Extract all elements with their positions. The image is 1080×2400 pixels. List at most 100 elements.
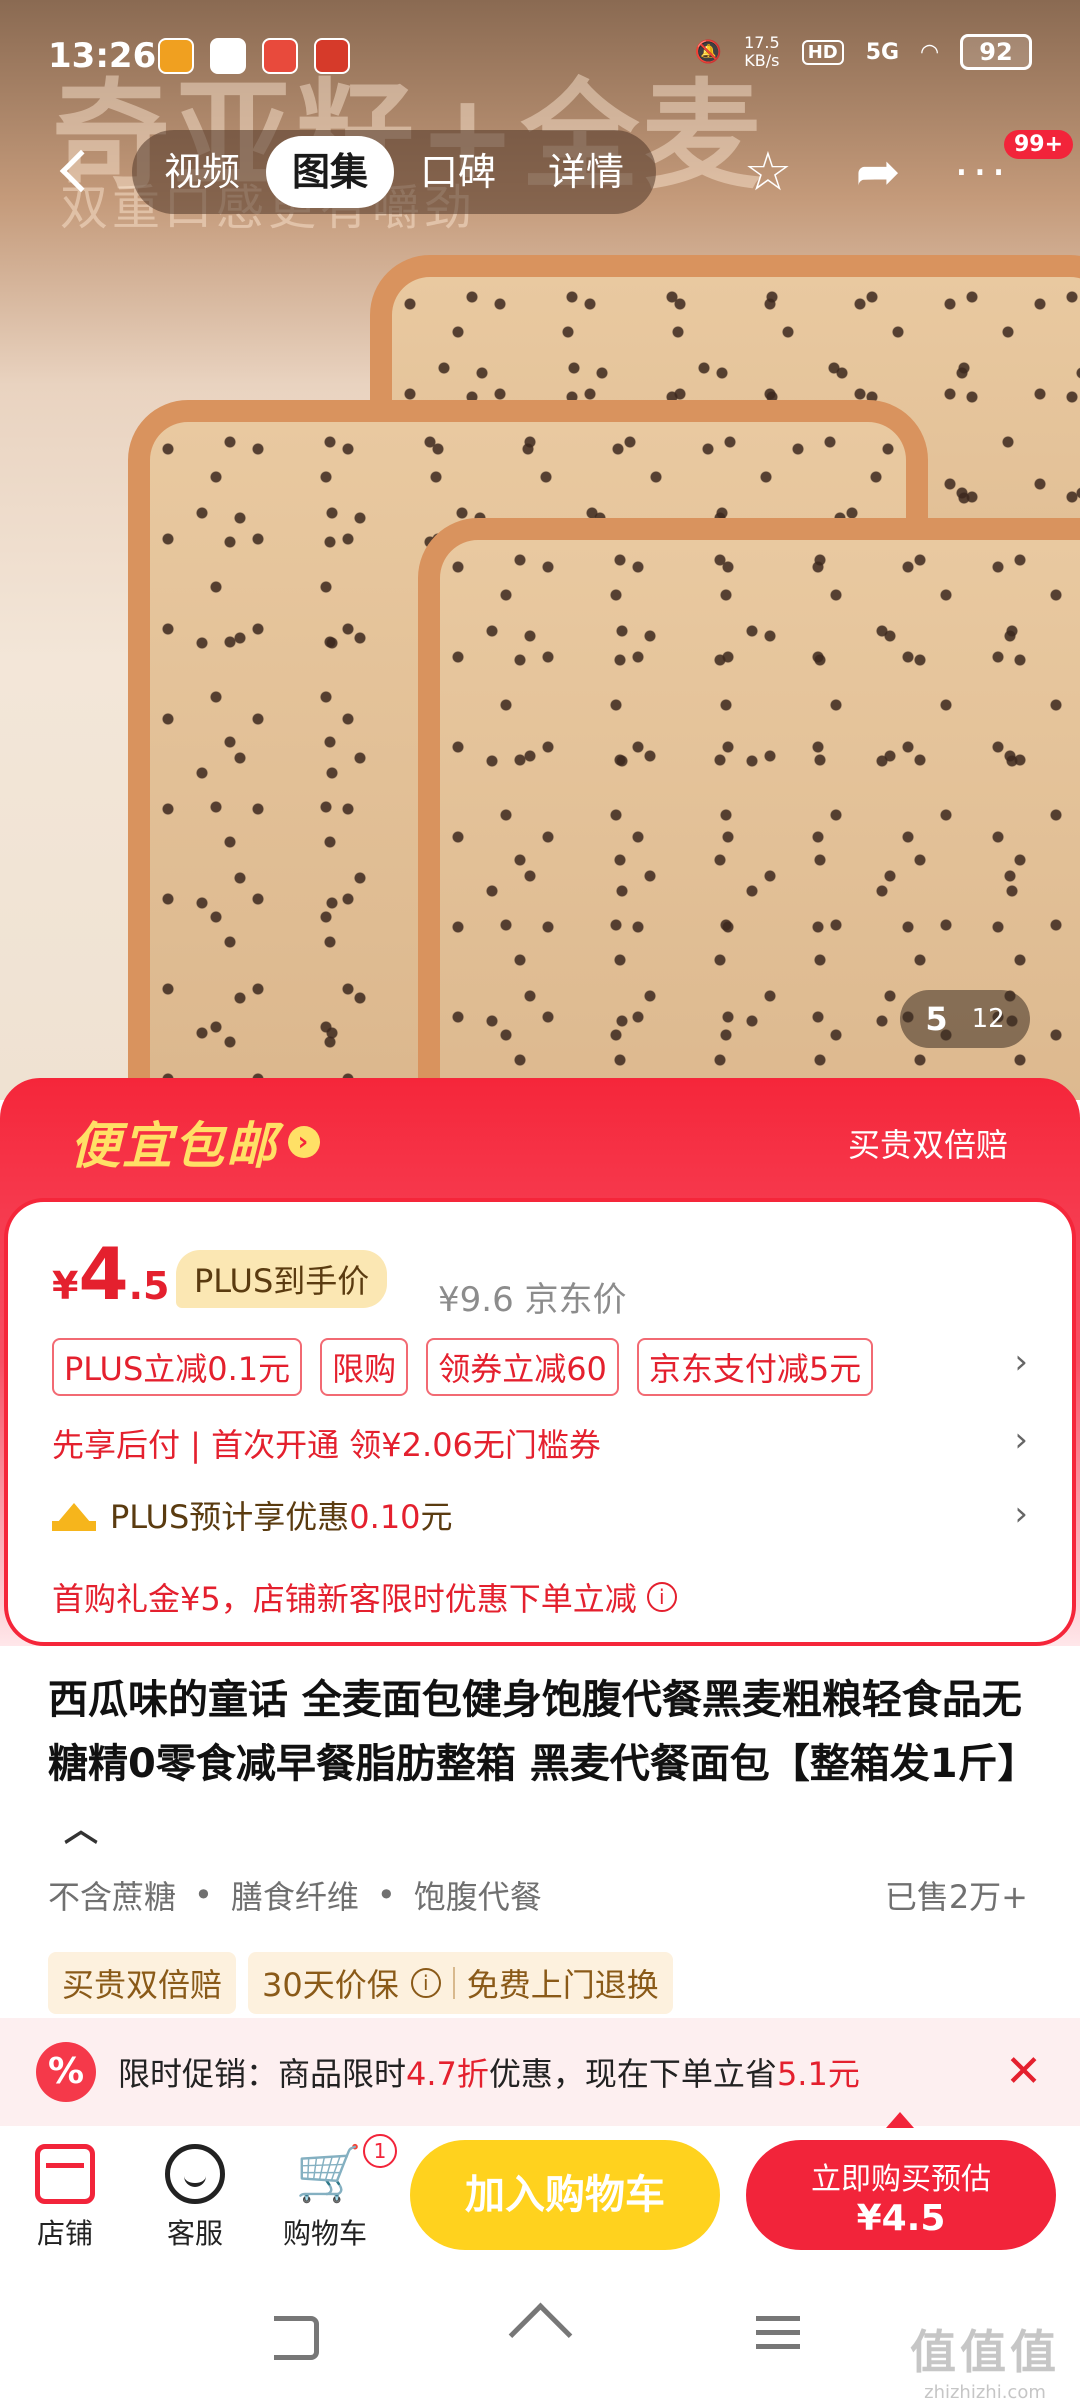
chevron-up-icon[interactable]: ︿ [64, 1810, 98, 1850]
promo-prefix: 限时促销：商品限时 [118, 2055, 407, 2093]
coupon-tag: 限购 [320, 1338, 409, 1396]
info-icon[interactable]: i [410, 1968, 441, 1998]
notification-icons [158, 38, 350, 74]
buy-now-label: 立即购买预估 [811, 2162, 991, 2197]
feature-tag: 膳食纤维 [230, 1878, 359, 1916]
watermark-title: 值值值 [910, 2325, 1060, 2379]
cart-count-badge: 1 [363, 2134, 397, 2168]
jd-original-price: ¥9.6 京东价 [438, 1280, 627, 1320]
sold-count: 已售2万+ [884, 1878, 1028, 1916]
current-price: ¥ 4 .5 [52, 1238, 169, 1310]
plus-savings-prefix: PLUS预计享优惠 [110, 1498, 350, 1536]
price-integer: 4 [78, 1232, 129, 1316]
price-panel: 便宜包邮 › 买贵双倍赔 ¥ 4 .5 PLUS到手价 ¥9.6 京东价 PLU… [0, 1078, 1080, 1646]
plus-savings-suffix: 元 [420, 1498, 453, 1536]
image-notification-icon [210, 38, 246, 74]
divider [452, 1967, 455, 1999]
net-speed: 17.5 KB/s [744, 34, 780, 70]
chevron-right-icon: › [288, 1126, 320, 1158]
system-home-icon[interactable] [510, 2310, 570, 2360]
store-icon [35, 2144, 95, 2204]
content-tabs: 视频 图集 口碑 详情 [132, 130, 657, 214]
plus-savings-amount: 0.10 [349, 1498, 421, 1536]
app-notification-icon [262, 38, 298, 74]
coupon-tag: 京东支付减5元 [636, 1338, 874, 1396]
coupon-tag: 领券立减60 [426, 1338, 619, 1396]
image-counter: 5 12 [900, 990, 1030, 1048]
add-to-cart-button[interactable]: 加入购物车 [410, 2140, 720, 2250]
tab-video[interactable]: 视频 [138, 136, 266, 208]
mute-icon: 🔕 [694, 39, 723, 65]
price-decimal: .5 [128, 1264, 170, 1308]
guarantee-group[interactable]: 30天价保 i 免费上门退换 [248, 1952, 673, 2014]
customer-service-icon [165, 2144, 225, 2204]
coupon-row[interactable]: PLUS立减0.1元 限购 领券立减60 京东支付减5元 [52, 1338, 874, 1396]
image-total: 12 [971, 1004, 1005, 1034]
customer-service-button[interactable]: 客服 [140, 2144, 250, 2252]
bottom-action-bar: 店铺 客服 🛒 1 购物车 加入购物车 立即购买预估 ¥4.5 [0, 2126, 1080, 2266]
app-notification-icon [314, 38, 350, 74]
crown-icon [52, 1499, 96, 1531]
battery-icon: 92 [960, 34, 1032, 70]
net-speed-value: 17.5 [744, 33, 780, 52]
buy-now-button[interactable]: 立即购买预估 ¥4.5 [746, 2140, 1056, 2250]
guarantee-double-compensation[interactable]: 买贵双倍赔 [48, 1952, 237, 2014]
promo-middle: 优惠，现在下单立省 [488, 2055, 777, 2093]
watermark-url: zhizhizhi.com [924, 2382, 1046, 2400]
image-index: 5 [925, 1000, 948, 1038]
cheap-free-shipping-banner[interactable]: 便宜包邮 › [70, 1106, 320, 1178]
product-title: 西瓜味的童话 全麦面包健身饱腹代餐黑麦粗粮轻食品无糖精0零食减早餐脂肪整箱 黑麦… [48, 1668, 1038, 1862]
guarantee-free-return: 免费上门退换 [466, 1966, 659, 2004]
cart-label: 购物车 [282, 2217, 367, 2250]
cart-icon: 🛒 1 [295, 2134, 397, 2204]
chevron-right-icon[interactable]: › [1014, 1420, 1028, 1460]
tab-gallery[interactable]: 图集 [266, 136, 395, 208]
chevron-right-icon[interactable]: › [1014, 1494, 1028, 1534]
limited-time-promo[interactable]: % 限时促销：商品限时4.7折优惠，现在下单立省5.1元 ✕ [0, 2018, 1080, 2126]
feature-tag: 不含蔗糖 [48, 1878, 177, 1916]
chevron-right-icon[interactable]: › [1014, 1342, 1028, 1382]
gift-text: 首购礼金¥5，店铺新客限时优惠下单立减 [52, 1580, 637, 1618]
watermark-logo: 值值值 zhizhizhi.com [910, 2316, 1060, 2400]
separator-dot: • [194, 1876, 213, 1914]
percent-icon: % [36, 2042, 96, 2102]
double-compensation-label[interactable]: 买贵双倍赔 [848, 1120, 1008, 1166]
app-notification-icon [158, 38, 194, 74]
share-icon[interactable]: ➦ [848, 142, 908, 202]
store-button[interactable]: 店铺 [10, 2144, 120, 2252]
close-icon[interactable]: ✕ [1005, 2046, 1042, 2097]
store-label: 店铺 [36, 2217, 93, 2250]
promo-discount: 4.7折 [406, 2055, 489, 2093]
pointer-arrow [886, 2112, 914, 2128]
top-nav: 视频 图集 口碑 详情 ☆ ➦ ··· 99+ [0, 130, 1080, 214]
service-label: 客服 [166, 2217, 223, 2250]
limited-promo-text: 限时促销：商品限时4.7折优惠，现在下单立省5.1元 [118, 2049, 860, 2095]
info-icon[interactable]: i [646, 1582, 677, 1612]
wifi-icon: ◠ [921, 39, 938, 65]
plus-savings-row[interactable]: PLUS预计享优惠0.10元 [52, 1492, 453, 1538]
pay-later-offer[interactable]: 先享后付 | 首次开通 领¥2.06无门槛券 [52, 1420, 601, 1466]
promo-title: 便宜包邮 [70, 1117, 278, 1175]
net-speed-unit: KB/s [744, 51, 780, 70]
tab-reviews[interactable]: 口碑 [394, 136, 522, 208]
first-purchase-gift[interactable]: 首购礼金¥5，店铺新客限时优惠下单立减 i [52, 1574, 677, 1620]
message-badge: 99+ [1004, 130, 1074, 159]
feature-tag: 饱腹代餐 [413, 1878, 542, 1916]
system-back-icon[interactable] [268, 2310, 328, 2360]
plus-price-tag: PLUS到手价 [176, 1250, 388, 1308]
promo-saving: 5.1元 [776, 2055, 860, 2093]
back-icon[interactable] [50, 144, 103, 200]
system-menu-icon[interactable] [750, 2310, 810, 2360]
coupon-tag: PLUS立减0.1元 [52, 1338, 303, 1396]
guarantee-price-protection: 30天价保 [262, 1966, 399, 2004]
service-guarantees[interactable]: 买贵双倍赔 30天价保 i 免费上门退换 [48, 1952, 673, 2014]
status-time: 13:26 [48, 36, 157, 76]
cart-button[interactable]: 🛒 1 购物车 [270, 2134, 397, 2252]
buy-now-price: ¥4.5 [856, 2198, 946, 2239]
star-icon[interactable]: ☆ [738, 142, 798, 202]
signal-icon: 5G [865, 39, 900, 65]
separator-dot: • [376, 1876, 396, 1914]
more-icon[interactable]: ··· [952, 142, 1012, 202]
status-indicators: 🔕 17.5 KB/s HD 5G ◠ 92 [695, 34, 1032, 70]
tab-details[interactable]: 详情 [522, 136, 650, 208]
